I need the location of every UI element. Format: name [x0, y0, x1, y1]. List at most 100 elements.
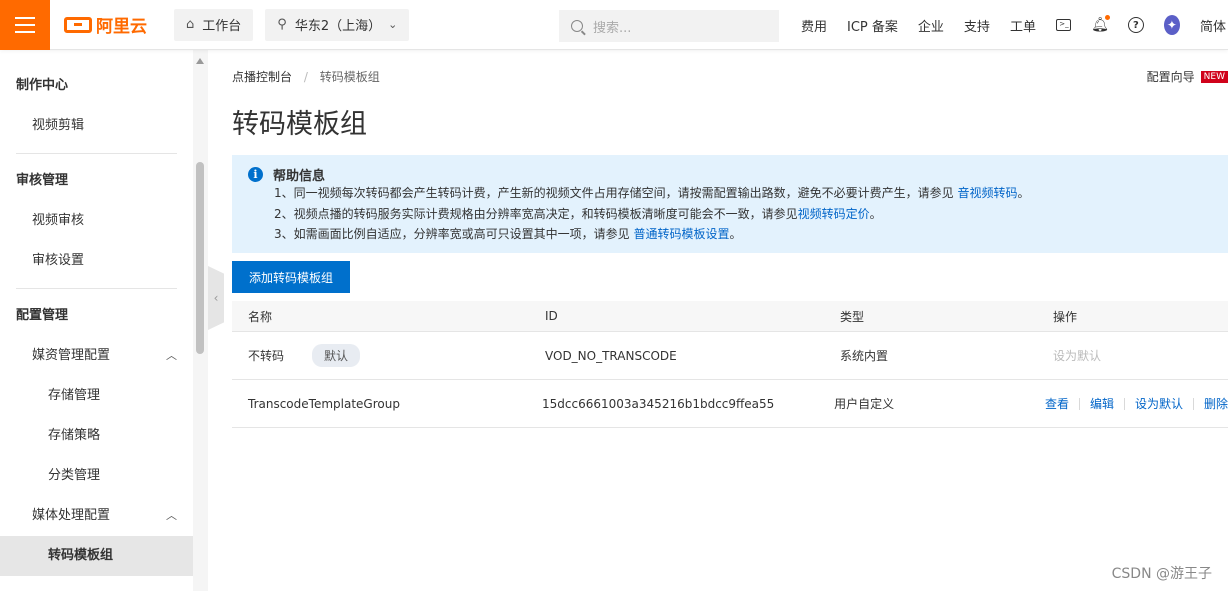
table-row: TranscodeTemplateGroup 15dcc6661003a3452…	[232, 380, 1228, 428]
setup-guide-label: 配置向导	[1146, 70, 1195, 84]
nav-link-billing[interactable]: 费用	[801, 16, 827, 35]
set-default-action[interactable]: 设为默认	[1135, 395, 1183, 412]
sidebar-item-transcode-template-group[interactable]: 转码模板组	[0, 536, 193, 576]
help-line-1: 1、同一视频每次转码都会产生转码计费，产生新的视频文件占用存储空间，请按需配置输…	[274, 183, 1212, 204]
template-settings-link[interactable]: 普通转码模板设置	[633, 227, 729, 241]
help-line-3-text: 3、如需画面比例自适应，分辨率宽或高可只设置其中一项，请参见	[274, 227, 634, 241]
sidebar-item-category-management[interactable]: 分类管理	[0, 456, 193, 496]
search-placeholder: 搜索...	[593, 20, 632, 36]
workbench-button[interactable]: ⌂ 工作台	[174, 8, 254, 41]
sidebar-item-review-settings[interactable]: 审核设置	[0, 241, 193, 281]
new-badge: NEW	[1200, 70, 1228, 83]
nav-link-tickets[interactable]: 工单	[1010, 16, 1036, 35]
location-pin-icon: ⚲	[277, 17, 287, 32]
set-default-action-disabled: 设为默认	[1053, 349, 1102, 363]
breadcrumb: 点播控制台 / 转码模板组	[232, 68, 380, 85]
search-input[interactable]: 搜索...	[559, 10, 779, 42]
language-switch[interactable]: 简体	[1200, 16, 1226, 35]
help-title: i 帮助信息	[248, 165, 1212, 184]
column-header-actions: 操作	[1053, 309, 1078, 324]
scroll-thumb[interactable]	[196, 162, 204, 354]
top-navigation-bar: 阿里云 ⌂ 工作台 ⚲ 华东2（上海） ⌄ 搜索... 费用 ICP 备案 企业…	[0, 0, 1228, 50]
view-action[interactable]: 查看	[1045, 395, 1069, 412]
sidebar-group-media-config[interactable]: 媒资管理配置 ︿	[0, 336, 193, 376]
table-header: 名称 ID 类型 操作	[232, 301, 1228, 332]
id-cell: VOD_NO_TRANSCODE	[545, 348, 677, 363]
region-label: 华东2（上海）	[294, 19, 382, 34]
logo-text: 阿里云	[96, 17, 147, 37]
sidebar-divider	[16, 153, 177, 154]
type-cell: 系统内置	[840, 349, 889, 363]
default-badge: 默认	[312, 344, 361, 367]
hamburger-menu-icon[interactable]	[0, 0, 50, 50]
avatar[interactable]: ✦	[1163, 15, 1180, 35]
help-title-text: 帮助信息	[273, 168, 326, 184]
sidebar: 制作中心 视频剪辑 审核管理 视频审核 审核设置 配置管理 媒资管理配置 ︿ 存…	[0, 50, 193, 591]
bell-icon[interactable]: 🔔︎	[1091, 15, 1110, 33]
help-line-3: 3、如需画面比例自适应，分辨率宽或高可只设置其中一项，请参见 普通转码模板设置。	[274, 224, 1212, 245]
column-header-name: 名称	[248, 309, 273, 324]
sidebar-item-storage-management[interactable]: 存储管理	[0, 376, 193, 416]
id-cell: 15dcc6661003a345216b1bdcc9ffea55	[542, 396, 775, 411]
watermark: CSDN @游王子	[1111, 566, 1212, 582]
column-header-id: ID	[545, 309, 558, 323]
help-line-1-text: 1、同一视频每次转码都会产生转码计费，产生新的视频文件占用存储空间，请按需配置输…	[274, 186, 958, 200]
notification-dot	[1104, 15, 1110, 20]
aliyun-logo[interactable]: 阿里云	[64, 12, 160, 37]
info-icon: i	[248, 166, 263, 182]
help-line-3-end: 。	[729, 227, 742, 241]
actions-cell: 设为默认	[1053, 347, 1228, 364]
type-cell: 用户自定义	[834, 397, 895, 411]
search-icon	[571, 20, 583, 32]
sidebar-collapse-toggle[interactable]: ‹	[208, 266, 224, 330]
page-title: 转码模板组	[232, 109, 367, 140]
help-icon[interactable]: ?	[1127, 17, 1144, 33]
chevron-down-icon: ⌄	[388, 18, 398, 31]
group-name: TranscodeTemplateGroup	[248, 396, 400, 411]
table-row: 不转码 默认 VOD_NO_TRANSCODE 系统内置 设为默认	[232, 332, 1228, 380]
action-separator	[1078, 397, 1080, 410]
sidebar-group-processing-config[interactable]: 媒体处理配置 ︿	[0, 496, 193, 536]
workbench-label: 工作台	[202, 19, 242, 34]
group-name: 不转码	[248, 349, 285, 363]
name-cell: 不转码 默认	[232, 344, 545, 367]
edit-action[interactable]: 编辑	[1090, 395, 1114, 412]
help-info-panel: i 帮助信息 1、同一视频每次转码都会产生转码计费，产生新的视频文件占用存储空间…	[232, 155, 1228, 253]
sidebar-item-storage-policy[interactable]: 存储策略	[0, 416, 193, 456]
sidebar-item-video-review[interactable]: 视频审核	[0, 201, 193, 241]
home-icon: ⌂	[186, 17, 195, 32]
sidebar-section-production: 制作中心	[16, 78, 69, 93]
help-line-2: 2、视频点播的转码服务实际计费规格由分辨率宽高决定，和转码模板清晰度可能会不一致…	[274, 204, 1212, 225]
chevron-up-icon: ︿	[166, 349, 177, 362]
sidebar-divider	[16, 288, 177, 289]
setup-guide-link[interactable]: 配置向导 NEW	[1147, 68, 1228, 85]
help-line-2-end: 。	[869, 206, 882, 221]
top-nav-links: 费用 ICP 备案 企业 支持 工单 >_ 🔔︎ ? ✦ 简体	[801, 0, 1226, 50]
breadcrumb-separator: /	[303, 70, 308, 84]
action-separator	[1192, 397, 1194, 410]
sidebar-group-label: 媒体处理配置	[32, 508, 111, 523]
breadcrumb-console-link[interactable]: 点播控制台	[232, 70, 292, 84]
aliyun-logo-icon	[64, 16, 92, 33]
chevron-up-icon: ︿	[166, 509, 177, 522]
nav-link-icp[interactable]: ICP 备案	[847, 16, 898, 35]
column-header-type: 类型	[840, 309, 865, 324]
nav-link-enterprise[interactable]: 企业	[918, 16, 944, 35]
region-selector[interactable]: ⚲ 华东2（上海） ⌄	[265, 8, 410, 41]
help-line-2-text: 2、视频点播的转码服务实际计费规格由分辨率宽高决定，和转码模板清晰度可能会不一致…	[274, 206, 798, 221]
sidebar-item-video-editing[interactable]: 视频剪辑	[0, 106, 193, 146]
add-transcode-group-button[interactable]: 添加转码模板组	[232, 261, 350, 293]
transcode-pricing-link[interactable]: 视频转码定价	[798, 207, 870, 221]
template-group-table: 名称 ID 类型 操作 不转码 默认 VOD_NO_TRANSCODE 系统内置…	[232, 301, 1228, 428]
action-separator	[1123, 397, 1125, 410]
name-cell: TranscodeTemplateGroup	[232, 397, 542, 411]
actions-cell: 查看 编辑 设为默认 删除	[1045, 395, 1228, 412]
sidebar-section-config: 配置管理	[16, 308, 69, 323]
delete-action[interactable]: 删除	[1204, 395, 1228, 412]
breadcrumb-current: 转码模板组	[319, 70, 380, 84]
scroll-up-arrow-icon[interactable]	[196, 58, 204, 64]
audio-video-transcode-link[interactable]: 音视频转码	[957, 186, 1017, 200]
nav-link-support[interactable]: 支持	[964, 16, 990, 35]
sidebar-scrollbar[interactable]	[193, 50, 208, 591]
terminal-icon[interactable]: >_	[1056, 17, 1072, 33]
